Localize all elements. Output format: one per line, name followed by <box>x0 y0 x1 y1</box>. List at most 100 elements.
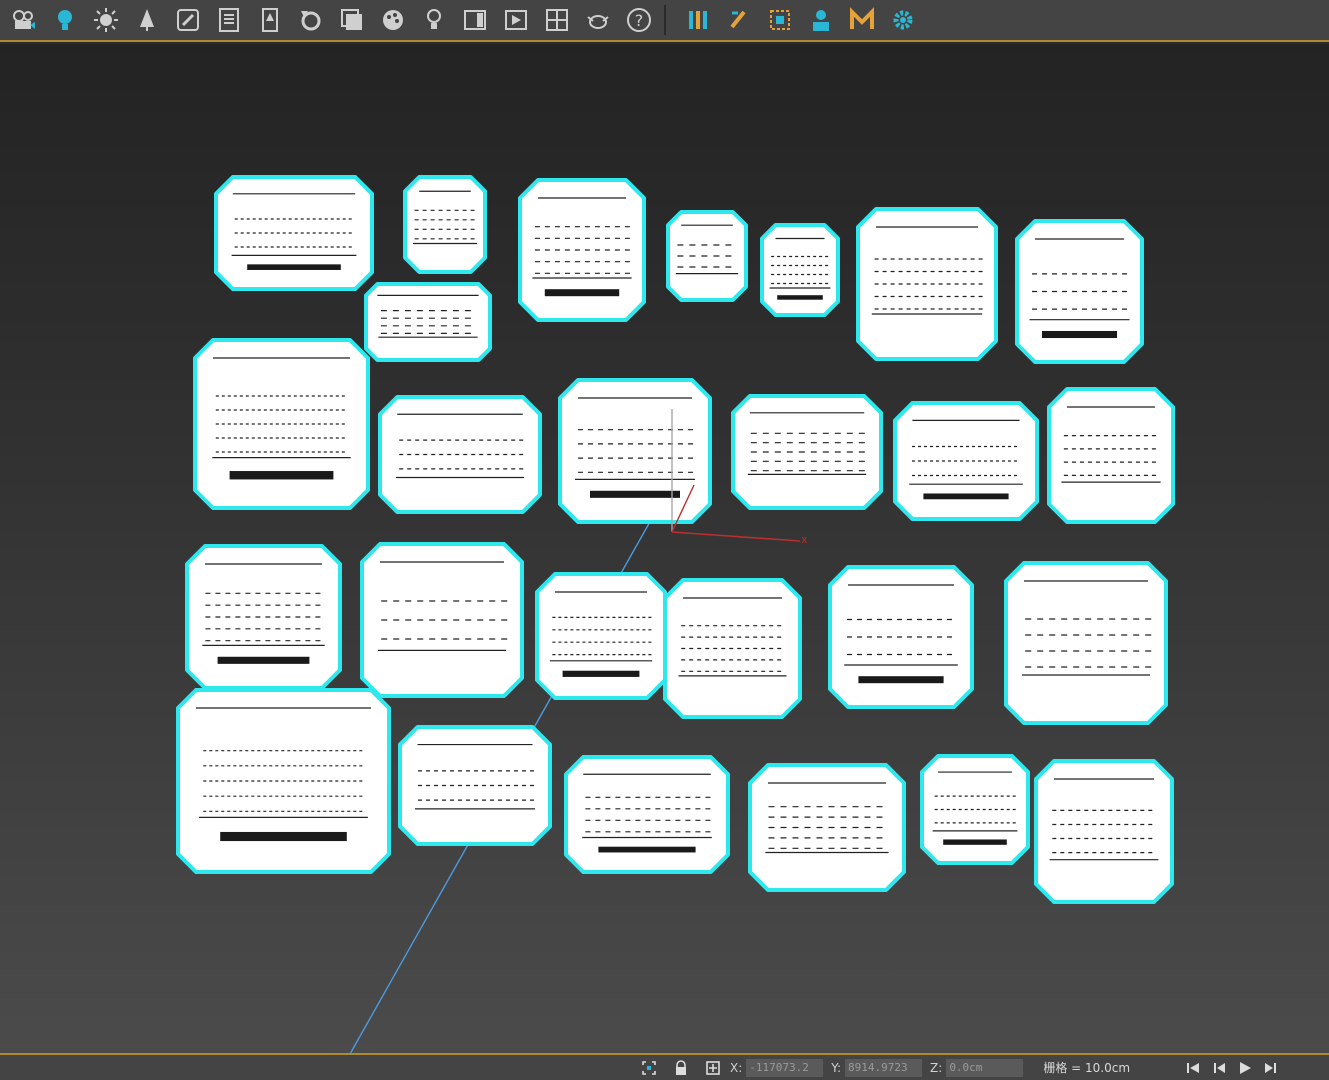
crosshair-button[interactable] <box>540 3 574 37</box>
printer-tray <box>943 839 1007 845</box>
printer-silhouette <box>1004 561 1168 725</box>
previous-frame-icon <box>1214 1062 1226 1073</box>
printer-model-22[interactable] <box>398 725 552 846</box>
render-setup-icon <box>13 10 35 29</box>
brush-button[interactable] <box>722 3 756 37</box>
palette-icon <box>383 10 403 30</box>
status-bar: X: -117073.2 Y: 8914.9723 Z: 0.0cm 栅格 = … <box>0 1053 1329 1080</box>
toolbar-separator <box>664 5 666 35</box>
printer-model-7[interactable] <box>1015 219 1144 364</box>
perspective-viewport[interactable]: x <box>0 44 1329 1054</box>
printer-model-25[interactable] <box>920 754 1030 865</box>
printer-tray <box>217 656 310 664</box>
printer-model-9[interactable] <box>193 338 370 510</box>
play-button[interactable] <box>1234 1059 1256 1077</box>
printer-models[interactable] <box>176 175 1175 904</box>
gear-icon <box>893 10 913 30</box>
printer-model-11[interactable] <box>558 378 712 524</box>
play-frame-button[interactable] <box>499 3 533 37</box>
sun-button[interactable] <box>89 3 123 37</box>
z-coord-field[interactable]: 0.0cm <box>946 1058 1024 1077</box>
layers-button[interactable] <box>335 3 369 37</box>
printer-model-3[interactable] <box>518 178 646 322</box>
printer-silhouette <box>1047 387 1175 524</box>
person-icon <box>813 10 829 31</box>
printer-silhouette <box>1034 759 1174 904</box>
printer-model-13[interactable] <box>893 401 1039 521</box>
printer-model-23[interactable] <box>564 755 730 874</box>
light-button[interactable] <box>48 3 82 37</box>
gizmo-x-label: x <box>801 533 808 546</box>
printer-silhouette <box>856 207 998 361</box>
printer-tray <box>923 493 1009 500</box>
settings-button[interactable] <box>886 3 920 37</box>
tree-icon <box>140 9 154 31</box>
printer-tray <box>247 264 341 270</box>
printer-model-10[interactable] <box>378 395 542 514</box>
select-bracket-icon <box>642 1060 656 1075</box>
play-icon <box>1240 1061 1252 1074</box>
transform-icon <box>706 1060 720 1075</box>
y-coord-field[interactable]: 8914.9723 <box>845 1058 923 1077</box>
printer-model-6[interactable] <box>856 207 998 361</box>
figure-button[interactable] <box>253 3 287 37</box>
printer-model-21[interactable] <box>176 688 391 874</box>
printer-model-5[interactable] <box>760 223 840 317</box>
window-button[interactable] <box>458 3 492 37</box>
printer-model-26[interactable] <box>1034 759 1174 904</box>
printer-model-15[interactable] <box>185 544 342 690</box>
gizmo-x-axis <box>671 531 801 542</box>
printer-model-17[interactable] <box>535 572 667 700</box>
previous-frame-button[interactable] <box>1208 1059 1230 1077</box>
printer-tray <box>858 676 944 684</box>
rotate-icon <box>301 11 321 31</box>
help-icon: ? <box>627 8 651 32</box>
printer-model-2[interactable] <box>403 175 487 274</box>
printer-model-8[interactable] <box>364 282 492 362</box>
printer-model-18[interactable] <box>663 578 802 719</box>
printer-tray <box>229 471 334 480</box>
layers-icon <box>341 9 362 30</box>
sun-icon <box>94 8 118 32</box>
material-button[interactable] <box>376 3 410 37</box>
printer-model-14[interactable] <box>1047 387 1175 524</box>
rotate-button[interactable] <box>294 3 328 37</box>
bars-icon <box>689 11 707 29</box>
printer-model-19[interactable] <box>828 565 974 709</box>
printer-model-1[interactable] <box>214 175 374 291</box>
m-logo-button[interactable] <box>845 3 879 37</box>
select-region-icon <box>770 10 790 30</box>
printer-model-4[interactable] <box>666 210 748 302</box>
printer-model-24[interactable] <box>748 763 906 892</box>
person-button[interactable] <box>804 3 838 37</box>
next-frame-button[interactable] <box>1260 1059 1282 1077</box>
printer-silhouette <box>558 378 712 524</box>
printer-model-12[interactable] <box>731 394 883 510</box>
printer-model-20[interactable] <box>1004 561 1168 725</box>
printer-model-16[interactable] <box>360 542 524 698</box>
y-coord-label: Y: <box>831 1060 842 1075</box>
lock-icon <box>676 1059 686 1075</box>
bars-button[interactable] <box>681 3 715 37</box>
render-setup-button[interactable] <box>7 3 41 37</box>
viewport-scene: x <box>176 175 1175 1054</box>
printer-tray <box>777 295 823 300</box>
printer-tray <box>562 670 640 677</box>
x-coord-label: X: <box>730 1060 743 1075</box>
list-button[interactable] <box>212 3 246 37</box>
select-region-button[interactable] <box>763 3 797 37</box>
help-button[interactable]: ? <box>622 3 656 37</box>
list-icon <box>219 8 239 32</box>
m-logo-icon <box>850 7 874 29</box>
printer-tray <box>598 846 696 853</box>
foliage-button[interactable] <box>130 3 164 37</box>
go-to-start-button[interactable] <box>1182 1059 1204 1077</box>
printer-tray <box>220 831 347 842</box>
transform-mode-button[interactable] <box>704 1059 722 1077</box>
teapot-button[interactable] <box>581 3 615 37</box>
edit-image-button[interactable] <box>171 3 205 37</box>
lamp-button[interactable] <box>417 3 451 37</box>
x-coord-field[interactable]: -117073.2 <box>746 1058 824 1077</box>
lock-selection-button[interactable] <box>672 1059 690 1077</box>
selection-mode-button[interactable] <box>640 1059 658 1077</box>
